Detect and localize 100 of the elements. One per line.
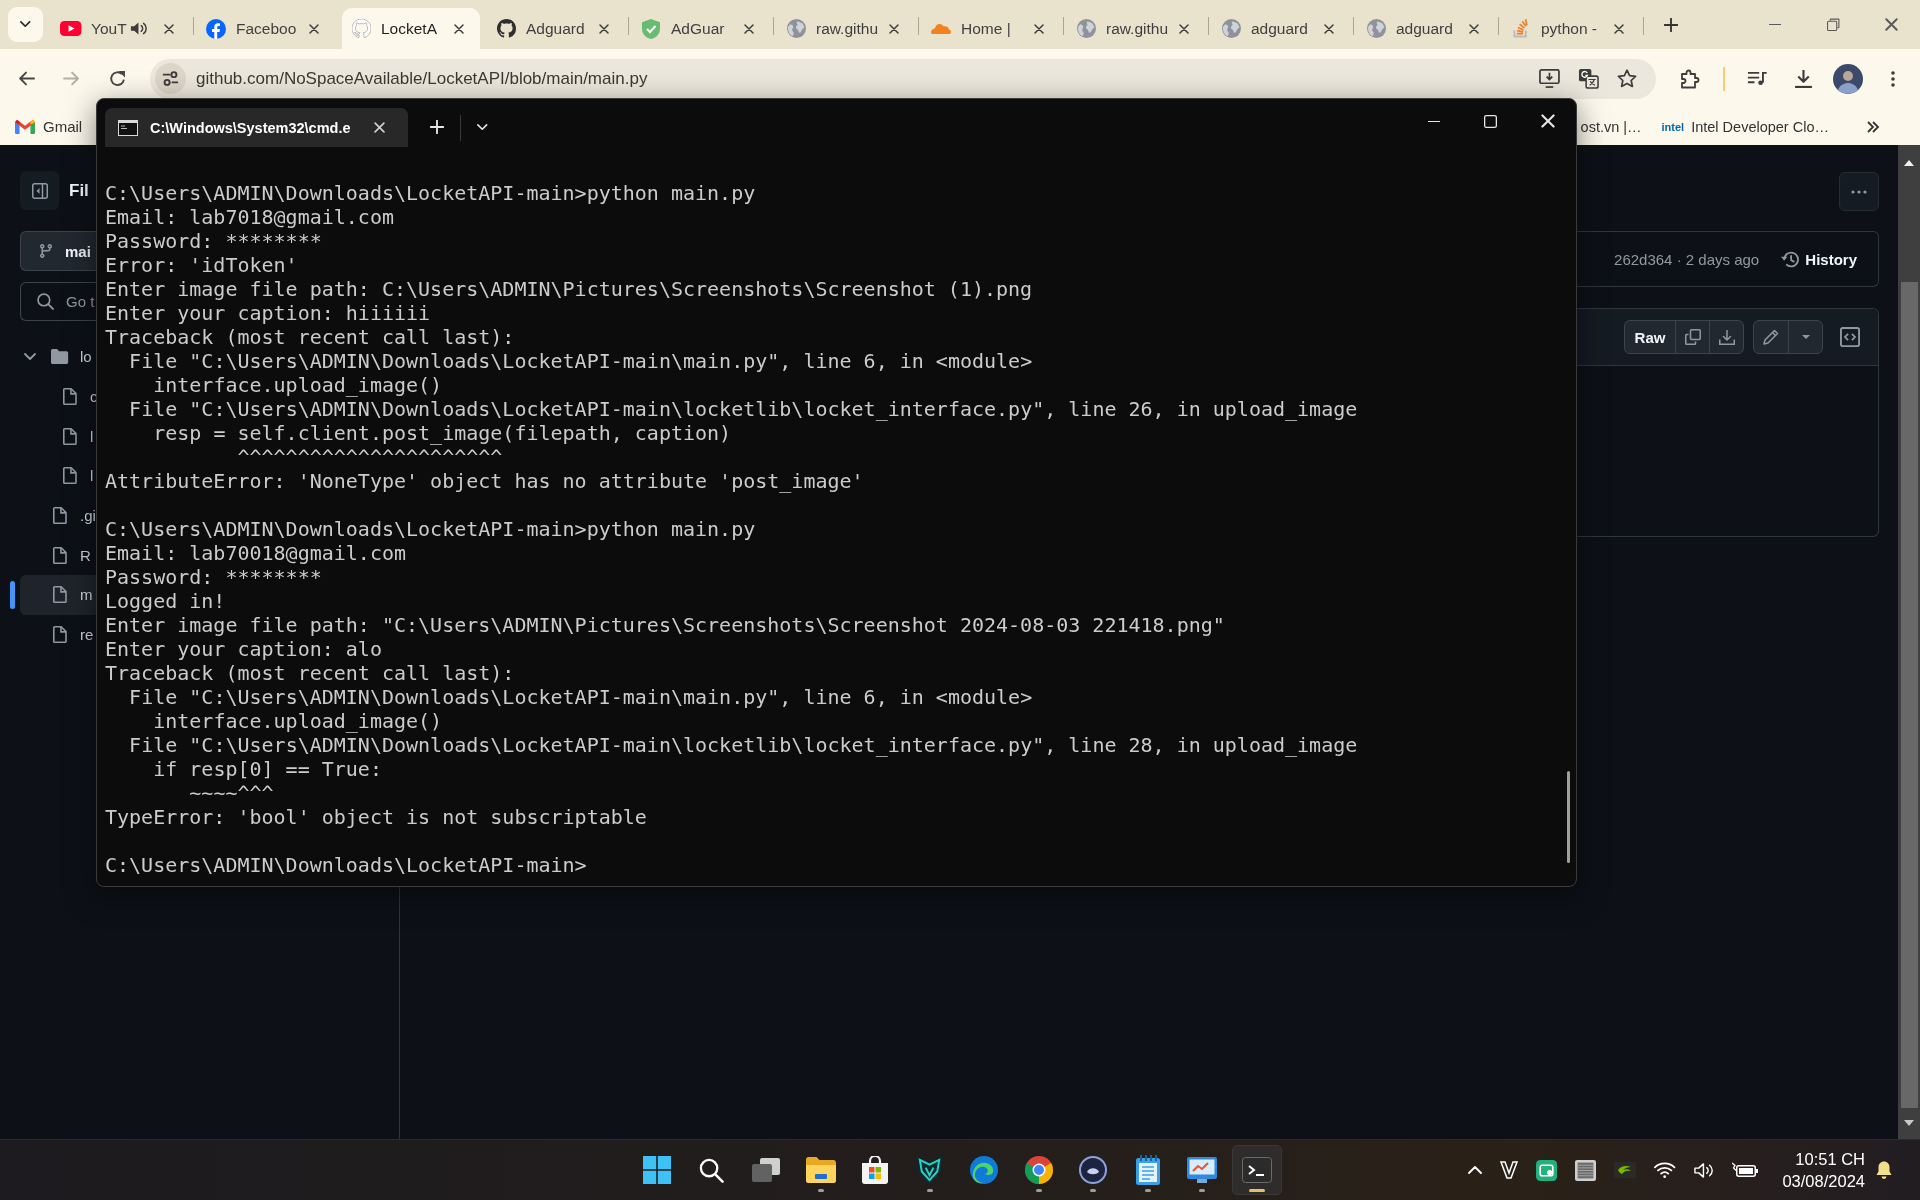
address-bar[interactable]: github.com/NoSpaceAvailable/LocketAPI/blob/main/main.py bbox=[150, 58, 1656, 99]
file-icon bbox=[63, 467, 77, 485]
scroll-thumb[interactable] bbox=[1900, 282, 1918, 1108]
install-icon[interactable] bbox=[1539, 69, 1560, 88]
close-icon[interactable] bbox=[1034, 23, 1044, 34]
browser-tab[interactable]: Faceboo bbox=[197, 8, 335, 49]
restore-icon[interactable] bbox=[1826, 18, 1840, 31]
browser-tab[interactable]: raw.githu bbox=[777, 8, 915, 49]
volume-icon[interactable] bbox=[1693, 1161, 1715, 1179]
tree-item[interactable]: l bbox=[20, 456, 96, 496]
download-icon[interactable] bbox=[1793, 69, 1813, 88]
sidebar-title: Fil bbox=[69, 180, 89, 201]
terminal-line: File "C:\Users\ADMIN\Downloads\LocketAPI-main\main.py", line 6, in <module> bbox=[129, 349, 1033, 373]
app-tile-icon[interactable] bbox=[1536, 1159, 1558, 1181]
scroll-up-icon[interactable] bbox=[1904, 160, 1914, 166]
back-arrow-icon[interactable] bbox=[18, 71, 36, 86]
star-icon[interactable] bbox=[1617, 69, 1637, 88]
cat-logo-icon bbox=[351, 19, 371, 38]
site-settings-icon[interactable] bbox=[155, 63, 186, 94]
search-field[interactable]: Go t bbox=[20, 282, 96, 321]
eye-logo-icon[interactable] bbox=[1614, 1162, 1637, 1178]
tree-item[interactable]: .gi bbox=[20, 495, 96, 536]
terminal-line: Error: 'idToken' bbox=[105, 253, 298, 277]
store-bag-icon bbox=[861, 1156, 889, 1184]
menu-icon[interactable] bbox=[1890, 70, 1895, 87]
globe-icon bbox=[1366, 19, 1386, 38]
close-icon[interactable] bbox=[1614, 23, 1624, 34]
globe-icon bbox=[1221, 19, 1241, 38]
stack-logo-icon bbox=[1513, 19, 1529, 38]
tree-item[interactable]: lo bbox=[20, 337, 96, 377]
browser-tab[interactable]: python - bbox=[1502, 8, 1640, 49]
tree-item[interactable]: l bbox=[20, 416, 96, 457]
bookmark-item[interactable]: Gmail bbox=[15, 118, 83, 135]
new-tab-icon[interactable] bbox=[1664, 18, 1678, 32]
browser-tab[interactable]: LocketA bbox=[342, 8, 480, 49]
clock-date[interactable]: 03/08/2024 bbox=[1782, 1170, 1865, 1192]
close-icon[interactable] bbox=[744, 23, 754, 34]
terminal-line: interface.upload_image() bbox=[153, 709, 443, 733]
chevron-down-icon[interactable] bbox=[477, 124, 488, 131]
windows-logo-icon bbox=[643, 1156, 671, 1184]
terminal-tab[interactable]: C:\Windows\System32\cmd.e bbox=[105, 108, 408, 147]
tree-item[interactable]: re bbox=[20, 614, 96, 655]
code-square-icon[interactable] bbox=[1840, 327, 1860, 347]
close-icon[interactable] bbox=[889, 23, 899, 34]
taskbar-app-button[interactable] bbox=[1231, 1145, 1282, 1195]
show-hidden-icon[interactable] bbox=[1468, 1166, 1483, 1174]
maximize-icon[interactable] bbox=[1484, 114, 1497, 128]
terminal-line: File "C:\Users\ADMIN\Downloads\LocketAPI-main\locketlib\locket_interface.py", line 28, in upload_image bbox=[129, 733, 1358, 757]
scroll-thumb[interactable] bbox=[1567, 771, 1570, 863]
file-icon bbox=[53, 586, 67, 604]
close-icon[interactable] bbox=[1179, 23, 1189, 34]
clock-time[interactable]: 10:51 CH bbox=[1795, 1148, 1865, 1170]
sidebar-panel-icon bbox=[31, 182, 48, 199]
avatar-icon[interactable] bbox=[1832, 63, 1863, 94]
media-icon[interactable] bbox=[1747, 71, 1768, 86]
browser-tab[interactable]: raw.githu bbox=[1067, 8, 1205, 49]
reload-icon[interactable] bbox=[108, 70, 126, 87]
v-logo-icon[interactable] bbox=[1500, 1161, 1519, 1179]
terminal-line: File "C:\Users\ADMIN\Downloads\LocketAPI-main\locketlib\locket_interface.py", line 26, in upload_image bbox=[129, 397, 1358, 421]
terminal-line: ~~~~^^^ bbox=[189, 781, 274, 805]
terminal-line: C:\Users\ADMIN\Downloads\LocketAPI-main>python main.py bbox=[105, 517, 756, 541]
browser-tab[interactable]: adguard bbox=[1357, 8, 1495, 49]
terminal-line: Password: ******** bbox=[105, 565, 322, 589]
translate-icon[interactable] bbox=[1578, 68, 1599, 89]
battery-icon[interactable] bbox=[1732, 1162, 1759, 1178]
browser-tab[interactable]: AdGuar bbox=[632, 8, 770, 49]
bookmark-item[interactable]: ost.vn |… bbox=[1580, 118, 1642, 135]
browser-tab[interactable]: adguard bbox=[1212, 8, 1350, 49]
bell-icon[interactable] bbox=[1875, 1160, 1893, 1180]
f-logo-icon bbox=[206, 18, 226, 39]
chip-icon[interactable] bbox=[1575, 1159, 1597, 1181]
browser-tab[interactable]: Home | bbox=[922, 8, 1060, 49]
close-icon[interactable] bbox=[1324, 23, 1334, 34]
minimize-icon[interactable] bbox=[1427, 120, 1440, 122]
history-button[interactable]: History bbox=[1781, 250, 1857, 268]
terminal-line: Traceback (most recent call last): bbox=[105, 661, 515, 685]
close-icon[interactable] bbox=[164, 23, 174, 34]
terminal-line: Traceback (most recent call last): bbox=[105, 325, 515, 349]
speaker-icon[interactable] bbox=[130, 21, 149, 36]
browser-tab[interactable]: Adguard bbox=[487, 8, 625, 49]
branch-button[interactable]: mai bbox=[20, 231, 96, 271]
wave-logo-icon bbox=[970, 1156, 998, 1184]
browser-tab[interactable]: YouT bbox=[52, 8, 190, 49]
close-icon[interactable] bbox=[599, 23, 609, 34]
shield-icon bbox=[642, 18, 660, 39]
chevrons-icon[interactable] bbox=[1866, 120, 1880, 133]
extensions-icon[interactable] bbox=[1680, 68, 1700, 89]
collapse-button[interactable] bbox=[20, 171, 59, 210]
tree-item[interactable]: R bbox=[20, 535, 96, 576]
selection-marker-icon bbox=[10, 581, 15, 610]
download-icon bbox=[1718, 329, 1735, 345]
close-icon[interactable] bbox=[309, 23, 319, 34]
bookmark-item[interactable]: intel Intel Developer Clo… bbox=[1661, 118, 1829, 135]
scroll-down-icon[interactable] bbox=[1904, 1120, 1914, 1126]
pencil-icon bbox=[1763, 329, 1779, 345]
wifi-icon[interactable] bbox=[1654, 1162, 1676, 1178]
terminal-line: Email: lab7018@gmail.com bbox=[105, 205, 394, 229]
close-icon[interactable] bbox=[454, 23, 464, 34]
terminal-line: TypeError: 'bool' object is not subscriptable bbox=[105, 805, 647, 829]
close-icon[interactable] bbox=[1469, 23, 1479, 34]
